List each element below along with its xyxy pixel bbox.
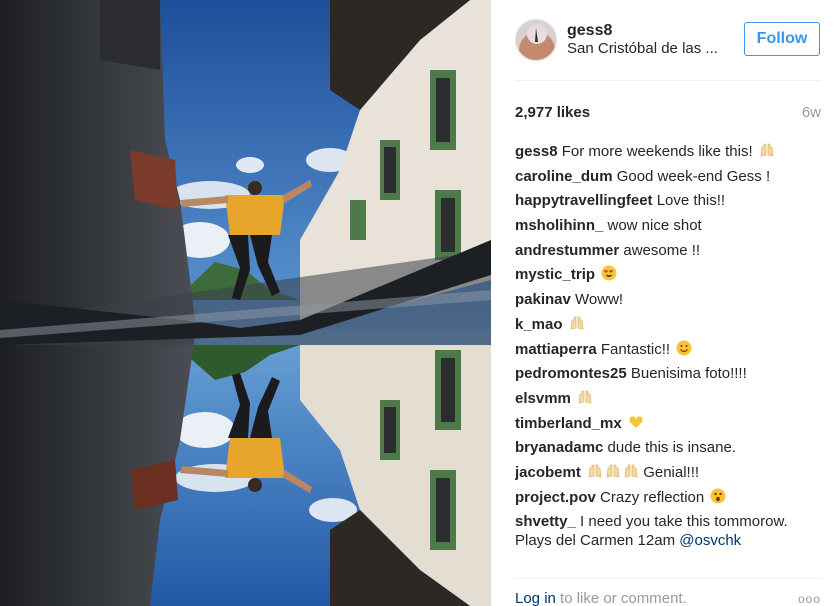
raised-hands-emoji-icon [587, 463, 603, 479]
login-link[interactable]: Log in [515, 590, 556, 606]
comment-item: happytravellingfeet Love this!! [515, 191, 821, 210]
comment-item: timberland_mx [515, 414, 821, 433]
astonished-emoji-icon [710, 488, 726, 504]
divider [515, 80, 821, 81]
comment-item: project.pov Crazy reflection [515, 488, 821, 507]
raised-hands-emoji-icon [623, 463, 639, 479]
comment-username[interactable]: mystic_trip [515, 266, 595, 283]
comment-item: andrestummer awesome !! [515, 241, 821, 260]
comment-text: Genial!!! [639, 463, 700, 481]
comment-username[interactable]: jacobemt [515, 464, 581, 481]
raised-hands-emoji-icon [759, 142, 775, 158]
comment-item: elsvmm [515, 389, 821, 408]
comment-username[interactable]: pedromontes25 [515, 365, 627, 382]
post-header: gess8 San Cristóbal de las ... Follow [515, 17, 821, 63]
comment-username[interactable]: gess8 [515, 143, 558, 160]
heart-eyes-emoji-icon [601, 265, 617, 281]
yellow-heart-emoji-icon [628, 414, 644, 430]
raised-hands-emoji-icon [569, 315, 585, 331]
comment-text: awesome !! [619, 241, 701, 259]
comment-text: wow nice shot [603, 217, 702, 235]
comment-username[interactable]: project.pov [515, 489, 596, 506]
likes-count[interactable]: 2,977 likes [515, 104, 590, 121]
comments-list: gess8 For more weekends like this! carol… [515, 142, 821, 578]
comment-username[interactable]: shvetty_ [515, 513, 576, 530]
more-options-button[interactable]: ooo [798, 592, 821, 606]
comment-username[interactable]: k_mao [515, 316, 563, 333]
follow-button[interactable]: Follow [744, 22, 820, 56]
comment-item: caroline_dum Good week-end Gess ! [515, 167, 821, 186]
comment-username[interactable]: bryanadamc [515, 439, 603, 456]
comment-item: msholihinn_ wow nice shot [515, 216, 821, 235]
reflection-photo-art [0, 0, 491, 606]
comment-item: pakinav Woww! [515, 290, 821, 309]
comment-text: Crazy reflection [595, 488, 705, 506]
comment-text: For more weekends like this! [557, 143, 753, 160]
comment-text: Good week-end Gess ! [612, 167, 771, 185]
comment-username[interactable]: happytravellingfeet [515, 192, 653, 209]
comment-text: Woww! [570, 291, 624, 309]
post-details-panel: gess8 San Cristóbal de las ... Follow 2,… [491, 0, 835, 606]
comment-username[interactable]: elsvmm [515, 390, 571, 407]
comment-username[interactable]: andrestummer [515, 242, 619, 259]
likes-row: 2,977 likes 6w [515, 104, 821, 124]
comment-item: shvetty_ I need you take this tommorow. … [515, 512, 821, 550]
avatar-image [516, 20, 556, 60]
post-location[interactable]: San Cristóbal de las ... [567, 40, 718, 57]
comment-username[interactable]: caroline_dum [515, 168, 613, 185]
comment-username[interactable]: timberland_mx [515, 415, 622, 432]
comment-item: mystic_trip [515, 265, 821, 284]
comment-text: Buenisima foto!!!! [626, 365, 747, 383]
smiley-emoji-icon [676, 340, 692, 356]
comment-mention-link[interactable]: @osvchk [679, 532, 741, 549]
post-age[interactable]: 6w [802, 104, 821, 121]
avatar[interactable] [515, 19, 557, 61]
comment-username[interactable]: mattiaperra [515, 341, 597, 358]
post-username[interactable]: gess8 [567, 22, 612, 40]
comment-text: dude this is insane. [603, 439, 736, 457]
comment-text: Love this!! [652, 192, 726, 210]
comment-username[interactable]: msholihinn_ [515, 217, 603, 234]
comment-item: mattiaperra Fantastic!! [515, 340, 821, 359]
comment-item: bryanadamc dude this is insane. [515, 438, 821, 457]
comment-item: gess8 For more weekends like this! [515, 142, 821, 161]
divider [515, 578, 821, 579]
comment-text: Fantastic!! [596, 340, 671, 358]
login-prompt: to like or comment. [560, 590, 687, 606]
raised-hands-emoji-icon [605, 463, 621, 479]
comment-item: jacobemt Genial!!! [515, 463, 821, 482]
raised-hands-emoji-icon [577, 389, 593, 405]
comment-item: pedromontes25 Buenisima foto!!!! [515, 364, 821, 383]
post-photo[interactable] [0, 0, 491, 606]
comment-item: k_mao [515, 315, 821, 334]
comment-username[interactable]: pakinav [515, 291, 571, 308]
post-footer: Log in to like or comment. ooo [515, 590, 821, 606]
